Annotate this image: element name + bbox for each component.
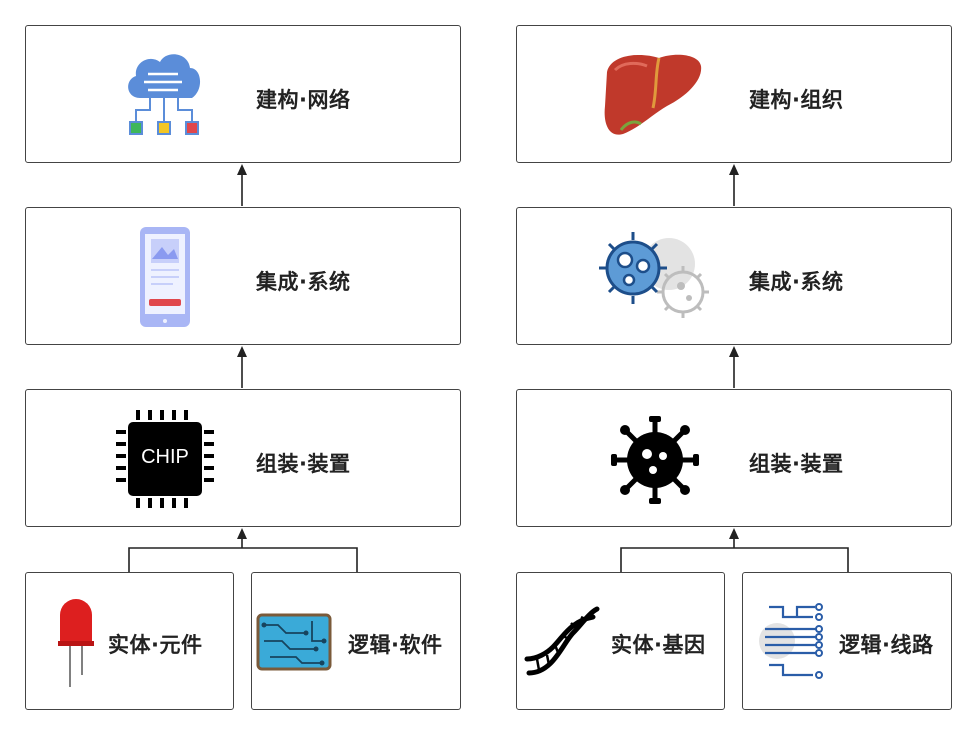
virus-icon [611, 416, 699, 504]
left-level1a-label: 实体·元件 [108, 633, 203, 657]
right-level2-label: 组装·装置 [749, 452, 844, 476]
right-level3-box: 集成·系统 [516, 207, 952, 345]
right-level1b-label: 逻辑·线路 [839, 633, 934, 657]
virus-cells-icon [599, 232, 709, 318]
left-level4-box: 建构·网络 [25, 25, 461, 163]
right-level3-label: 集成·系统 [749, 270, 844, 294]
bracket-left-1 [128, 547, 358, 572]
led-icon [58, 599, 94, 687]
left-level1a-box: 实体·元件 [25, 572, 234, 710]
left-level2-box: CHIP 组装·装置 [25, 389, 461, 527]
circuit-lines-icon [759, 603, 823, 679]
right-level2-box: 组装·装置 [516, 389, 952, 527]
cloud-network-icon [128, 54, 201, 135]
dna-icon [524, 606, 600, 676]
right-level1a-label: 实体·基因 [611, 633, 706, 657]
left-level4-label: 建构·网络 [256, 88, 351, 112]
left-level3-box: 集成·系统 [25, 207, 461, 345]
right-level4-label: 建构·组织 [749, 88, 844, 112]
right-level4-box: 建构·组织 [516, 25, 952, 163]
chip-text: CHIP [141, 446, 189, 468]
right-level1a-box: 实体·基因 [516, 572, 725, 710]
liver-icon [604, 54, 702, 135]
left-level2-label: 组装·装置 [256, 452, 351, 476]
left-level3-label: 集成·系统 [256, 270, 351, 294]
circuit-board-icon [256, 613, 332, 671]
chip-icon: CHIP [114, 408, 216, 510]
bracket-right-1 [620, 547, 849, 572]
smartphone-icon [140, 227, 190, 327]
left-level1b-box: 逻辑·软件 [251, 572, 461, 710]
right-level1b-box: 逻辑·线路 [742, 572, 952, 710]
left-level1b-label: 逻辑·软件 [348, 633, 443, 657]
